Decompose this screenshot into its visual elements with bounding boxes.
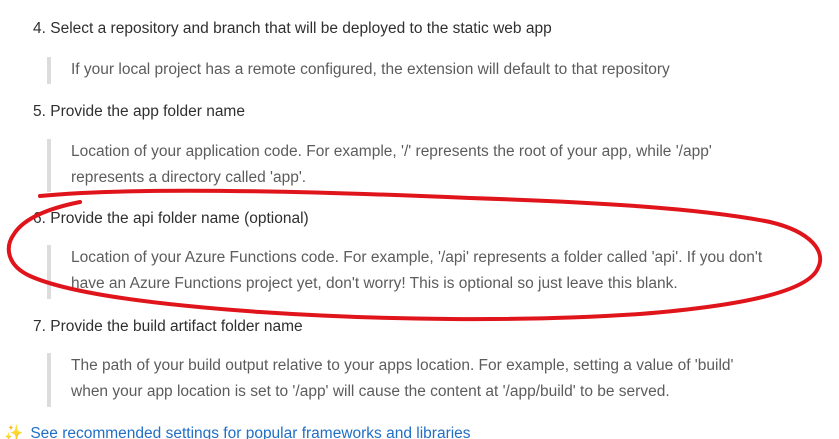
sparkles-icon: ✨ — [4, 425, 24, 439]
step-6-note: Location of your Azure Functions code. F… — [47, 245, 817, 299]
step-7-heading: 7. Provide the build artifact folder nam… — [33, 318, 303, 335]
step-5-note-line-1: Location of your application code. For e… — [71, 143, 712, 160]
step-5-note: Location of your application code. For e… — [47, 139, 817, 192]
recommended-settings-link[interactable]: See recommended settings for popular fra… — [30, 425, 470, 439]
blockquote-bar — [47, 245, 51, 299]
blockquote-bar — [47, 139, 51, 192]
step-6-note-line-2: have an Azure Functions project yet, don… — [71, 275, 678, 292]
step-7-note-line-1: The path of your build output relative t… — [71, 357, 734, 374]
step-5-note-line-2: represents a directory called 'app'. — [71, 169, 307, 186]
step-7-note: The path of your build output relative t… — [47, 353, 817, 407]
blockquote-bar — [47, 57, 51, 84]
step-4-note-line-1: If your local project has a remote confi… — [71, 61, 670, 78]
step-4-heading: 4. Select a repository and branch that w… — [33, 20, 552, 37]
step-6-note-line-1: Location of your Azure Functions code. F… — [71, 249, 763, 266]
step-4-note: If your local project has a remote confi… — [47, 57, 817, 84]
step-6-heading: 6. Provide the api folder name (optional… — [33, 210, 309, 227]
step-7-note-line-2: when your app location is set to '/app' … — [71, 383, 670, 400]
blockquote-bar — [47, 353, 51, 407]
step-5-heading: 5. Provide the app folder name — [33, 103, 245, 120]
recommended-settings-row[interactable]: ✨ See recommended settings for popular f… — [0, 424, 471, 439]
